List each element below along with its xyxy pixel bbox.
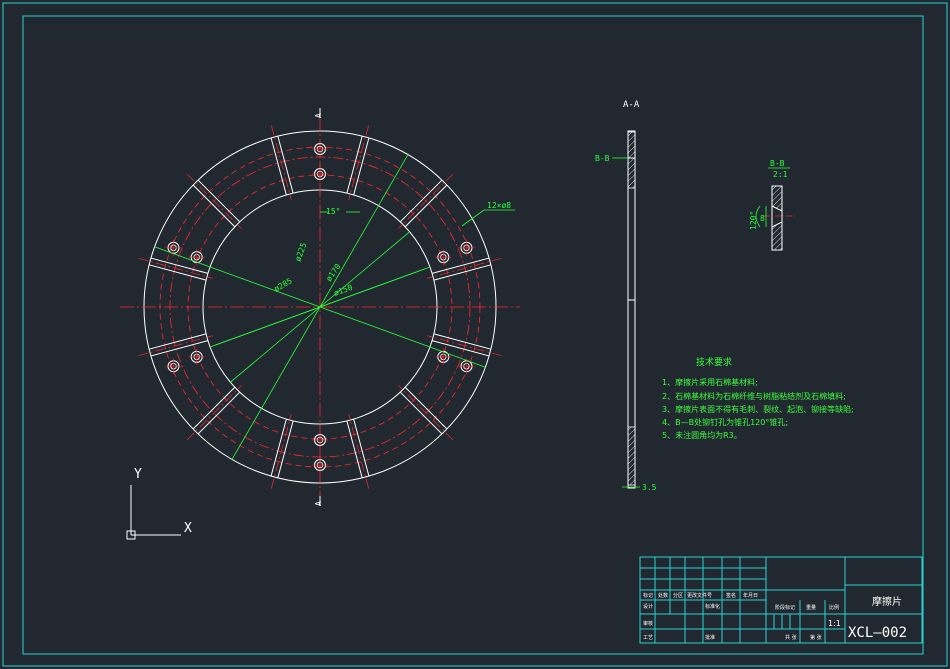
- ucs-y-label: Y: [134, 467, 142, 482]
- radial-groove-edge: [399, 391, 443, 435]
- radial-groove-edge: [148, 333, 207, 350]
- cad-drawing-canvas: 15°12×ø8ø285ø225ø170ø150AA A-A B-B 3.5 B…: [2, 2, 948, 667]
- radial-groove-edge: [270, 137, 287, 196]
- part-name: 摩擦片: [872, 595, 902, 608]
- tb-scale: 1:1: [828, 619, 841, 628]
- title-block: 标记 处数 分区 更改文件号 签名 年月日 设计 标准化 审核 工艺 批准 阶段…: [639, 556, 923, 644]
- tb-stage: 阶段标记: [775, 604, 795, 611]
- radial-groove-edge: [277, 420, 294, 479]
- detail-bb-view: B-B 2:1 120° 8: [749, 159, 795, 251]
- note-item: 1、摩擦片采用石棉基材料;: [662, 377, 758, 387]
- friction-disc-front-view: 15°12×ø8ø285ø225ø170ø150AA: [120, 108, 520, 506]
- radial-groove-edge: [404, 386, 448, 430]
- detail-bb-depth: 8: [760, 214, 765, 223]
- section-aa-label: A-A: [623, 100, 640, 110]
- hole-callout-leader: [461, 209, 485, 227]
- section-aa-hatch-top: [627, 131, 636, 189]
- tb-count: 处数: [658, 592, 668, 599]
- section-aa-view: A-A B-B 3.5: [595, 100, 657, 492]
- tb-check: 审核: [643, 620, 653, 627]
- radial-groove-edge: [431, 340, 490, 357]
- note-item: 2、石棉基材料为石棉纤维与树脂粘结剂及石棉填料;: [662, 391, 846, 401]
- tb-approve: 批准: [705, 634, 715, 641]
- tb-process: 工艺: [643, 635, 653, 641]
- section-a-label-top: A: [314, 113, 323, 118]
- diameter-225-dim: ø225: [293, 241, 308, 262]
- radial-groove-edge: [277, 135, 294, 194]
- tb-mark: 标记: [643, 592, 653, 599]
- radial-groove-edge: [150, 340, 209, 357]
- tb-standard: 标准化: [705, 603, 720, 610]
- detail-bb-label: B-B: [770, 159, 785, 168]
- ucs-icon: Y X: [126, 467, 192, 540]
- radial-groove-edge: [148, 264, 207, 281]
- tb-sign: 签名: [726, 592, 736, 599]
- radial-groove-edge: [197, 179, 241, 223]
- tb-design: 设计: [643, 603, 653, 610]
- tb-ratio: 比例: [829, 604, 839, 611]
- ucs-x-label: X: [184, 521, 192, 536]
- section-bb-callout: B-B: [595, 154, 610, 163]
- radial-groove-edge: [150, 257, 209, 274]
- radial-groove-edge: [399, 179, 443, 223]
- notes-title: 技术要求: [696, 356, 732, 368]
- tb-sheets: 共 张: [785, 634, 797, 641]
- note-item: 4、B—B处铆钉孔为锥孔120°锥孔;: [662, 417, 788, 427]
- inner-frame: [22, 15, 924, 655]
- angle-15-dim: 15°: [326, 207, 340, 216]
- tb-sheet: 第 张: [810, 634, 822, 641]
- thickness-dim: 3.5: [642, 483, 657, 492]
- detail-bb-angle: 120°: [749, 211, 758, 230]
- drawing-number: XCL—002: [848, 625, 907, 641]
- note-item: 5、未注圆角均为R3。: [662, 430, 742, 440]
- radial-groove-edge: [197, 391, 241, 435]
- note-item: 3、摩擦片表面不得有毛刺、裂纹、起泡、铆接等缺陷;: [662, 404, 854, 414]
- radial-groove-edge: [353, 418, 370, 477]
- tb-zone: 分区: [673, 592, 683, 599]
- radial-groove-edge: [433, 264, 492, 281]
- radial-groove-edge: [353, 137, 370, 196]
- radial-groove-edge: [270, 418, 287, 477]
- radial-groove-edge: [346, 135, 363, 194]
- radial-groove-edge: [431, 257, 490, 274]
- hole-callout-text: 12×ø8: [487, 201, 511, 210]
- diameter-285-dim: ø285: [273, 276, 294, 294]
- radial-groove-edge: [404, 184, 448, 228]
- tb-date: 年月日: [743, 592, 758, 599]
- tb-weight: 重量: [806, 604, 816, 611]
- radial-groove-edge: [346, 420, 363, 479]
- outer-frame: [2, 2, 948, 667]
- detail-bb-scale: 2:1: [773, 170, 788, 179]
- technical-requirements: 技术要求 1、摩擦片采用石棉基材料; 2、石棉基材料为石棉纤维与树脂粘结剂及石棉…: [662, 356, 854, 440]
- radial-groove-edge: [192, 386, 236, 430]
- section-aa-hatch-bottom: [627, 426, 636, 486]
- radial-groove-edge: [433, 333, 492, 350]
- radial-groove-edge: [192, 184, 236, 228]
- tb-change: 更改文件号: [687, 592, 712, 599]
- section-a-label-bottom: A: [314, 501, 323, 506]
